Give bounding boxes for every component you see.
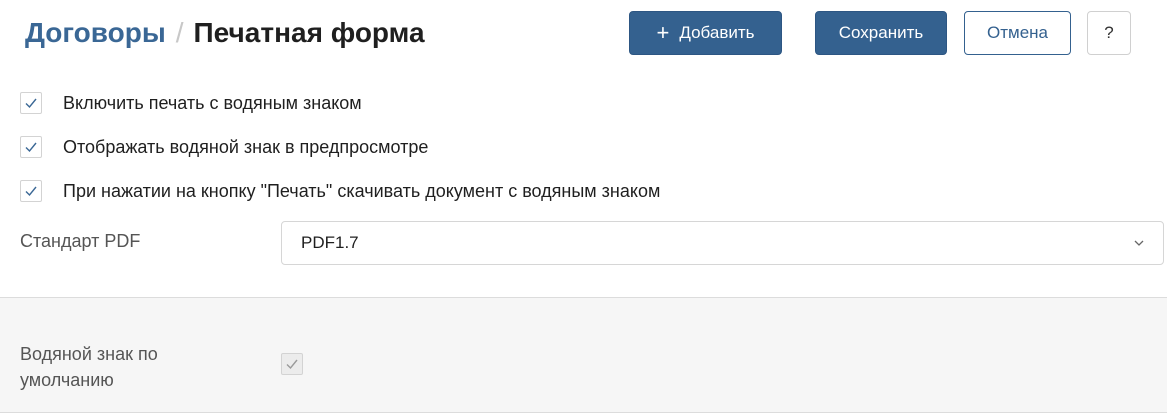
add-button-label: Добавить bbox=[679, 23, 755, 42]
question-icon: ? bbox=[1104, 23, 1114, 42]
save-button[interactable]: Сохранить bbox=[815, 11, 947, 55]
option-show-watermark-preview: Отображать водяной знак в предпросмотре bbox=[20, 135, 428, 159]
pdf-standard-select[interactable]: PDF1.7 bbox=[281, 221, 1164, 265]
chevron-down-icon bbox=[1134, 240, 1144, 246]
option-checkbox[interactable] bbox=[20, 136, 42, 158]
add-button[interactable]: + Добавить bbox=[629, 11, 782, 55]
checkmark-icon bbox=[25, 186, 37, 197]
checkmark-icon bbox=[25, 142, 37, 153]
default-watermark-label: Водяной знак по умолчанию bbox=[20, 344, 158, 390]
header: Договоры / Печатная форма + Добавить Сох… bbox=[0, 0, 1167, 72]
option-download-with-watermark: При нажатии на кнопку "Печать" скачивать… bbox=[20, 179, 660, 203]
option-checkbox[interactable] bbox=[20, 180, 42, 202]
breadcrumb-contracts-link[interactable]: Договоры bbox=[25, 14, 166, 52]
help-button[interactable]: ? bbox=[1087, 11, 1131, 55]
checkmark-icon bbox=[286, 359, 298, 370]
section-bottom-border bbox=[0, 412, 1167, 413]
cancel-button[interactable]: Отмена bbox=[964, 11, 1071, 55]
pdf-standard-value: PDF1.7 bbox=[301, 233, 359, 252]
option-label: Включить печать с водяным знаком bbox=[63, 92, 362, 113]
option-enable-watermark-print: Включить печать с водяным знаком bbox=[20, 91, 362, 115]
option-checkbox[interactable] bbox=[20, 92, 42, 114]
print-form-page: Договоры / Печатная форма + Добавить Сох… bbox=[0, 0, 1167, 418]
plus-icon: + bbox=[656, 20, 670, 45]
breadcrumb: Договоры / Печатная форма bbox=[25, 14, 425, 52]
option-label: При нажатии на кнопку "Печать" скачивать… bbox=[63, 180, 661, 201]
default-watermark-checkbox bbox=[281, 353, 303, 375]
option-label: Отображать водяной знак в предпросмотре bbox=[63, 136, 429, 157]
checkmark-icon bbox=[25, 98, 37, 109]
pdf-standard-label: Стандарт PDF bbox=[20, 231, 141, 251]
breadcrumb-separator: / bbox=[175, 17, 184, 48]
page-title: Печатная форма bbox=[193, 17, 425, 48]
